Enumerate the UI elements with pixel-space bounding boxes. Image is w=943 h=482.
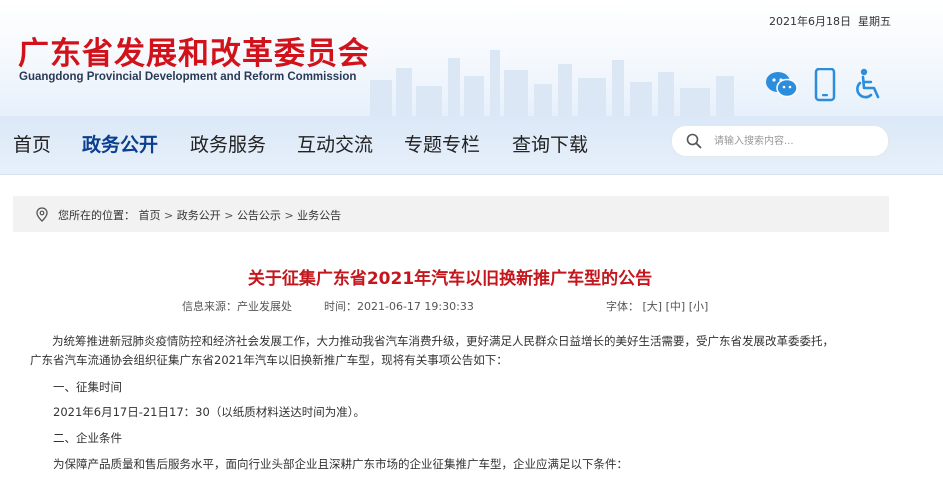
breadcrumb-item-government-affairs[interactable]: 政务公开 bbox=[177, 209, 221, 222]
city-skyline-decoration bbox=[370, 50, 734, 116]
site-logo-english: Guangdong Provincial Development and Ref… bbox=[19, 71, 357, 83]
date-value: 2021年6月18日 bbox=[769, 15, 851, 28]
font-size-medium-button[interactable]: [中] bbox=[666, 300, 686, 313]
breadcrumb: 您所在的位置： 首页 > 政务公开 > 公告公示 > 业务公告 bbox=[13, 196, 889, 232]
section-heading-collection-time: 一、征集时间 bbox=[53, 380, 122, 394]
breadcrumb-separator: > bbox=[164, 209, 174, 222]
font-size-small-button[interactable]: [小] bbox=[689, 300, 709, 313]
article-source: 信息来源：产业发展处 bbox=[182, 300, 292, 313]
nav-item-query-download[interactable]: 查询下载 bbox=[512, 130, 588, 157]
search-input[interactable] bbox=[714, 132, 874, 150]
section-heading-enterprise-conditions: 二、企业条件 bbox=[53, 431, 122, 445]
font-size-large-button[interactable]: [大] bbox=[643, 300, 663, 313]
breadcrumb-label: 您所在的位置： bbox=[58, 209, 135, 222]
breadcrumb-separator: > bbox=[284, 209, 294, 222]
location-pin-icon bbox=[36, 207, 48, 222]
breadcrumb-trail: 您所在的位置： 首页 > 政务公开 > 公告公示 > 业务公告 bbox=[58, 207, 341, 223]
breadcrumb-separator: > bbox=[224, 209, 234, 222]
weekday-value: 星期五 bbox=[858, 15, 891, 28]
article-title: 关于征集广东省2021年汽车以旧换新推广车型的公告 bbox=[247, 269, 653, 289]
article-time: 时间：2021-06-17 19:30:33 bbox=[324, 300, 474, 313]
nav-item-interaction[interactable]: 互动交流 bbox=[297, 130, 373, 157]
font-size-label: 字体： bbox=[606, 300, 639, 313]
current-date: 2021年6月18日 星期五 bbox=[769, 13, 891, 29]
wechat-icon[interactable] bbox=[765, 68, 799, 100]
article-intro-line-2: 广东省汽车流通协会组织征集广东省2021年汽车以旧换新推广车型，现将有关事项公告… bbox=[30, 353, 508, 367]
nav-item-government-services[interactable]: 政务服务 bbox=[190, 130, 266, 157]
site-logo-chinese[interactable]: 广东省发展和改革委员会 bbox=[18, 28, 370, 73]
breadcrumb-item-announcements[interactable]: 公告公示 bbox=[237, 209, 281, 222]
accessibility-icon[interactable] bbox=[853, 68, 883, 102]
breadcrumb-item-business-notices[interactable]: 业务公告 bbox=[297, 209, 341, 222]
site-header: 2021年6月18日 星期五 广东省发展和改革委员会 Guangdong Pro… bbox=[0, 0, 943, 116]
section-text-collection-time: 2021年6月17日-21日17：30（以纸质材料送达时间为准）。 bbox=[53, 405, 366, 419]
section-text-enterprise-conditions: 为保障产品质量和售后服务水平，面向行业头部企业且深耕广东市场的企业征集推广车型，… bbox=[53, 457, 628, 471]
article-intro-line-1: 为统筹推进新冠肺炎疫情防控和经济社会发展工作，大力推动我省汽车消费升级，更好满足… bbox=[52, 334, 834, 348]
search-box bbox=[671, 125, 889, 157]
main-nav: 首页 政务公开 政务服务 互动交流 专题专栏 查询下载 bbox=[0, 116, 943, 175]
search-icon[interactable] bbox=[686, 133, 702, 149]
nav-item-special-topics[interactable]: 专题专栏 bbox=[404, 130, 480, 157]
font-size-controls: 字体： [大] [中] [小] bbox=[606, 298, 708, 314]
nav-item-government-affairs[interactable]: 政务公开 bbox=[82, 130, 158, 157]
nav-item-home[interactable]: 首页 bbox=[13, 130, 51, 157]
breadcrumb-item-home[interactable]: 首页 bbox=[139, 209, 161, 222]
mobile-icon[interactable] bbox=[814, 68, 836, 102]
